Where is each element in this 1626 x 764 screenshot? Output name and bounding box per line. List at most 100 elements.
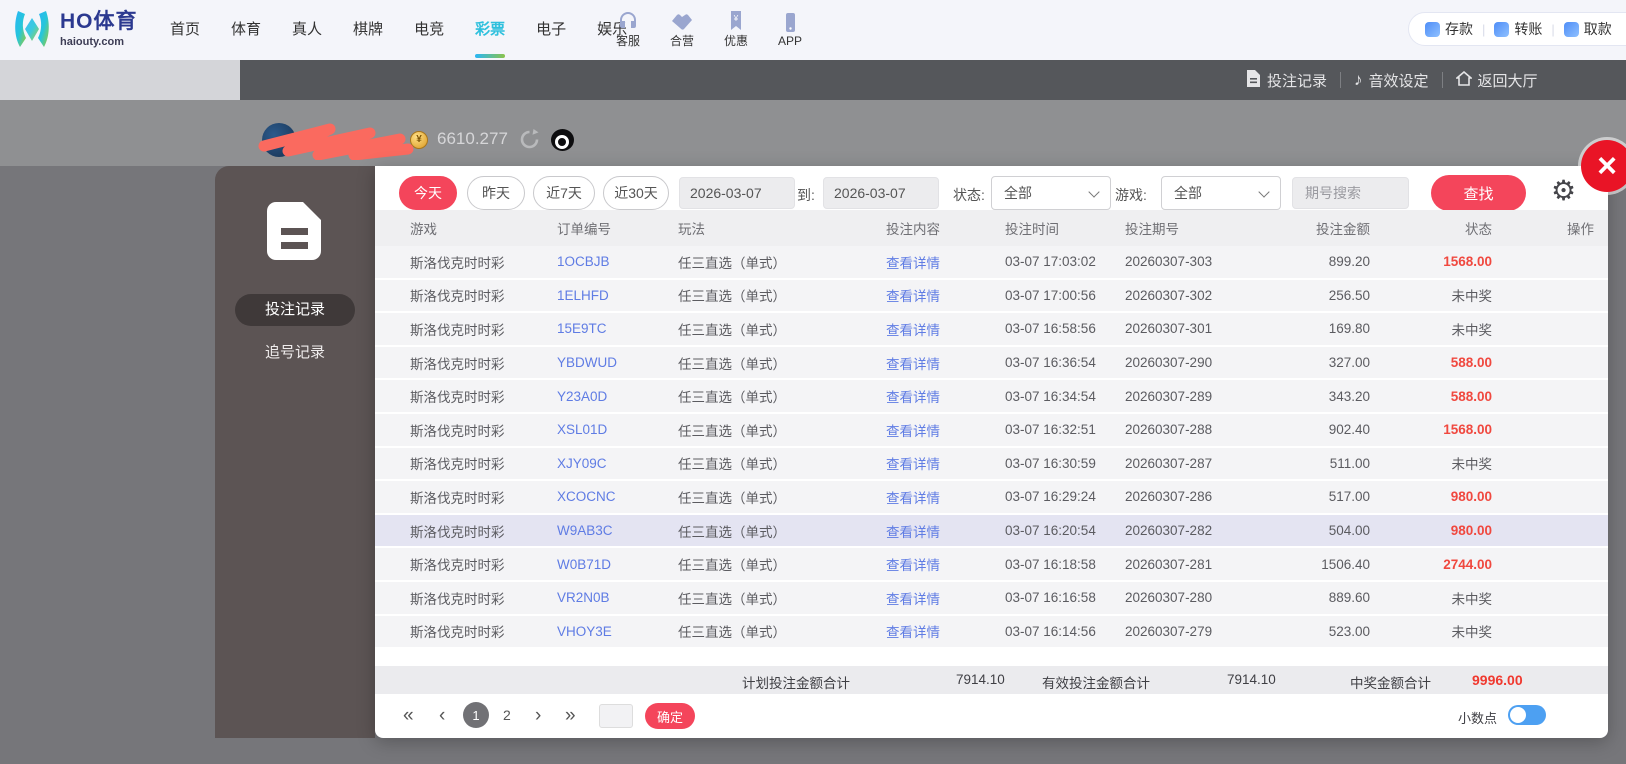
- brand-logo[interactable]: HO体育 haiouty.com: [12, 8, 138, 55]
- pagination: « ‹ 1 2 › » 确定 小数点: [375, 694, 1608, 737]
- cell-detail-link[interactable]: 查看详情: [886, 386, 1005, 406]
- cell-game: 斯洛伐克时时彩: [410, 255, 505, 271]
- cell-detail-link[interactable]: 查看详情: [886, 621, 1005, 641]
- confirm-page-button[interactable]: 确定: [645, 703, 695, 729]
- cell-time: 03-07 16:16:58: [1005, 590, 1096, 606]
- eye-icon[interactable]: [551, 129, 574, 151]
- promo-badge-icon: ¥: [715, 11, 757, 31]
- status-select[interactable]: 全部: [991, 176, 1111, 210]
- side-tab[interactable]: 投注记录: [235, 294, 355, 326]
- bet-records-link[interactable]: 投注记录: [1246, 69, 1327, 91]
- cell-order-link[interactable]: 15E9TC: [557, 321, 678, 336]
- nav-item[interactable]: 首页: [163, 0, 207, 60]
- table-row: 斯洛伐克时时彩 VR2N0B 任三直选（单式） 查看详情 03-07 16:16…: [375, 581, 1608, 616]
- cell-period: 20260307-290: [1125, 355, 1213, 371]
- cell-game: 斯洛伐克时时彩: [410, 457, 505, 473]
- withdraw-button[interactable]: 取款: [1563, 19, 1612, 39]
- cell-order-link[interactable]: W0B71D: [557, 557, 678, 572]
- cell-detail-link[interactable]: 查看详情: [886, 353, 1005, 373]
- nav-item[interactable]: 真人: [285, 0, 329, 60]
- date-range-pill[interactable]: 近7天: [533, 176, 595, 210]
- cell-order-link[interactable]: 1OCBJB: [557, 254, 678, 269]
- chevron-down-icon: [1258, 186, 1270, 198]
- nav-item[interactable]: 棋牌: [346, 0, 390, 60]
- cell-order-link[interactable]: XSL01D: [557, 422, 678, 437]
- cell-detail-link[interactable]: 查看详情: [886, 487, 1005, 507]
- prev-page-button[interactable]: ‹: [439, 703, 445, 729]
- gear-icon[interactable]: ⚙: [1551, 174, 1576, 207]
- cell-order-link[interactable]: XJY09C: [557, 456, 678, 471]
- period-search-input[interactable]: [1292, 177, 1409, 209]
- game-select[interactable]: 全部: [1161, 176, 1281, 210]
- brand-name: HO体育: [60, 10, 138, 33]
- cell-order-link[interactable]: VHOY3E: [557, 624, 678, 639]
- side-tab[interactable]: 追号记录: [265, 337, 325, 369]
- modal-side-tabs: 投注记录 追号记录: [215, 294, 375, 369]
- quick-menu: 客服 合营 ¥ 优惠 APP: [607, 0, 811, 60]
- deposit-button[interactable]: 存款: [1425, 19, 1473, 39]
- app-download-button[interactable]: APP: [769, 12, 811, 48]
- date-range-pill[interactable]: 今天: [399, 176, 457, 210]
- cell-order-link[interactable]: XCOCNC: [557, 489, 678, 504]
- date-to-input[interactable]: [823, 177, 939, 209]
- sound-settings-link[interactable]: ♪ 音效设定: [1354, 70, 1429, 91]
- cell-order-link[interactable]: VR2N0B: [557, 590, 678, 605]
- to-label: 到:: [797, 187, 815, 203]
- partnership-button[interactable]: 合营: [661, 11, 703, 49]
- search-button[interactable]: 查找: [1431, 175, 1526, 211]
- transfer-button[interactable]: 转账: [1494, 19, 1542, 39]
- document-icon: [1246, 69, 1261, 91]
- cell-detail-link[interactable]: 查看详情: [886, 319, 1005, 339]
- nav-item[interactable]: 电子: [529, 0, 573, 60]
- next-page-button[interactable]: ›: [535, 703, 541, 729]
- balance-bar: ¥ 6610.277 投注记录 ♪ 音效设定 返回大厅: [0, 60, 1626, 161]
- nav-item[interactable]: 彩票: [468, 0, 512, 60]
- balance-amount: 6610.277: [437, 129, 508, 148]
- cell-amount: 343.20: [1328, 388, 1370, 404]
- cell-play: 任三直选（单式）: [678, 524, 786, 540]
- cell-play: 任三直选（单式）: [678, 625, 786, 641]
- last-page-button[interactable]: »: [565, 703, 576, 729]
- cell-time: 03-07 16:18:58: [1005, 556, 1096, 572]
- page-2-button[interactable]: 2: [503, 707, 511, 723]
- cell-detail-link[interactable]: 查看详情: [886, 554, 1005, 574]
- refresh-icon[interactable]: [519, 129, 540, 155]
- cell-detail-link[interactable]: 查看详情: [886, 588, 1005, 608]
- cell-order-link[interactable]: Y23A0D: [557, 389, 678, 404]
- cell-detail-link[interactable]: 查看详情: [886, 521, 1005, 541]
- table-row: 斯洛伐克时时彩 15E9TC 任三直选（单式） 查看详情 03-07 16:58…: [375, 313, 1608, 347]
- date-range-pill[interactable]: 昨天: [467, 176, 525, 210]
- valid-total-value: 7914.10: [1227, 672, 1276, 687]
- close-icon[interactable]: ×: [1581, 140, 1626, 192]
- cell-play: 任三直选（单式）: [678, 457, 786, 473]
- cell-detail-link[interactable]: 查看详情: [886, 453, 1005, 473]
- cell-period: 20260307-287: [1125, 455, 1213, 471]
- cell-detail-link[interactable]: 查看详情: [886, 252, 1005, 272]
- decimal-toggle[interactable]: [1508, 705, 1546, 725]
- top-nav: HO体育 haiouty.com 首页 体育 真人 棋牌 电竞 彩票 电子 娱乐 客服 合营: [0, 0, 1626, 60]
- page-1-button[interactable]: 1: [463, 702, 489, 728]
- back-to-lobby-link[interactable]: 返回大厅: [1454, 70, 1538, 91]
- promotions-button[interactable]: ¥ 优惠: [715, 11, 757, 49]
- status-label: 状态:: [953, 187, 985, 203]
- cell-detail-link[interactable]: 查看详情: [886, 285, 1005, 305]
- cell-detail-link[interactable]: 查看详情: [886, 420, 1005, 440]
- main-nav: 首页 体育 真人 棋牌 电竞 彩票 电子 娱乐: [163, 0, 634, 60]
- game-label: 游戏:: [1115, 187, 1147, 203]
- date-range-pill[interactable]: 近30天: [603, 176, 669, 210]
- date-from-input[interactable]: [679, 177, 795, 209]
- table-row: 斯洛伐克时时彩 Y23A0D 任三直选（单式） 查看详情 03-07 16:34…: [375, 380, 1608, 414]
- cell-order-link[interactable]: 1ELHFD: [557, 288, 678, 303]
- cell-order-link[interactable]: YBDWUD: [557, 355, 678, 370]
- first-page-button[interactable]: «: [403, 703, 414, 729]
- cell-status: 980.00: [1450, 523, 1492, 539]
- nav-item[interactable]: 电竞: [407, 0, 451, 60]
- cell-time: 03-07 17:03:02: [1005, 254, 1096, 270]
- nav-item[interactable]: 体育: [224, 0, 268, 60]
- cell-order-link[interactable]: W9AB3C: [557, 523, 678, 538]
- logo-icon: [12, 8, 52, 55]
- goto-page-input[interactable]: [599, 704, 633, 728]
- customer-service-button[interactable]: 客服: [607, 11, 649, 49]
- planned-total-value: 7914.10: [956, 672, 1005, 687]
- cell-time: 03-07 16:58:56: [1005, 321, 1096, 337]
